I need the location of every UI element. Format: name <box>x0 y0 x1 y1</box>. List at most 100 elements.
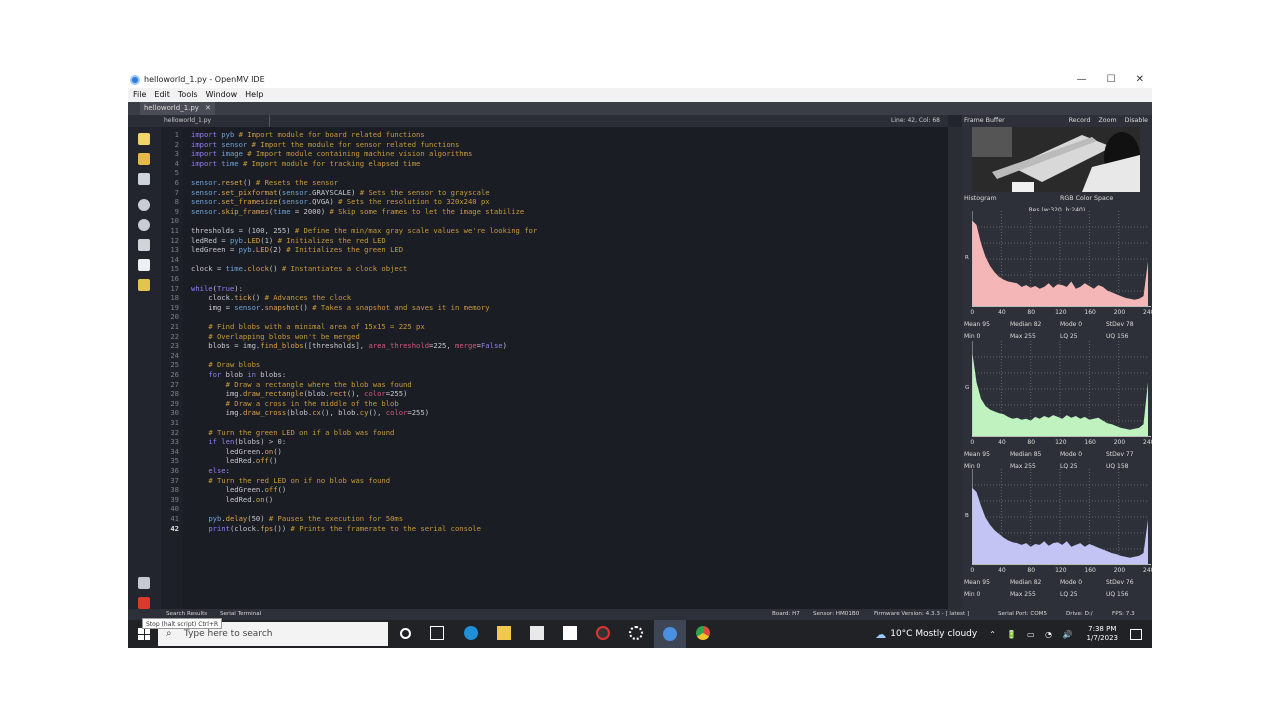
openmv-logo-icon <box>130 75 140 85</box>
code-line: while(True): <box>191 283 243 293</box>
x-tick-label: 240 <box>1143 439 1152 446</box>
x-tick-label: 40 <box>998 439 1006 446</box>
undo-icon[interactable] <box>138 199 150 211</box>
histogram-plot-b <box>972 469 1151 565</box>
code-line: ledGreen.off() <box>191 485 287 495</box>
code-line: img = sensor.snapshot() # Takes a snapsh… <box>191 302 490 312</box>
x-tick-label: 0 <box>970 439 975 446</box>
code-line: thresholds = (100, 255) # Define the min… <box>191 226 538 235</box>
disable-button[interactable]: Disable <box>1125 115 1148 127</box>
editor-scrollbar[interactable] <box>948 127 962 609</box>
close-button[interactable]: ✕ <box>1136 72 1144 88</box>
edge-icon[interactable] <box>464 626 478 640</box>
serial-port-label: Serial Port: COM5 <box>998 611 1048 617</box>
copy-icon[interactable] <box>138 259 150 271</box>
line-number: 24 <box>170 350 179 360</box>
histogram-x-axis: 0 40 80 120 160 200 240 <box>962 309 1152 319</box>
code-line: sensor.skip_frames(time = 2000) # Skip s… <box>191 206 525 216</box>
histogram-header: Histogram RGB Color Space <box>962 193 1152 205</box>
menu-help[interactable]: Help <box>245 88 263 102</box>
line-number: 40 <box>170 504 179 514</box>
menu-file[interactable]: File <box>133 88 146 102</box>
cut-icon[interactable] <box>138 239 150 251</box>
stop-script-icon[interactable] <box>138 597 150 609</box>
ide-window: helloworld_1.py - OpenMV IDE — ☐ ✕ File … <box>128 72 1152 648</box>
line-number: 37 <box>170 475 179 485</box>
line-number: 20 <box>170 312 179 322</box>
task-view-icon[interactable] <box>430 626 444 640</box>
color-space-select[interactable]: RGB Color Space <box>1060 193 1113 205</box>
connect-icon[interactable] <box>138 577 150 589</box>
openmv-taskbar-button[interactable] <box>654 620 686 648</box>
line-number: 42 <box>170 523 179 533</box>
settings-gear-icon[interactable] <box>629 626 643 640</box>
paste-icon[interactable] <box>138 279 150 291</box>
board-label: Board: H7 <box>772 611 800 617</box>
line-number: 33 <box>170 437 179 447</box>
stat-value: UQ 156 <box>1106 333 1129 340</box>
tab-helloworld[interactable]: helloworld_1.py ✕ <box>140 102 215 115</box>
serial-terminal-tab[interactable]: Serial Terminal <box>220 609 261 620</box>
code-line: clock.tick() # Advances the clock <box>191 293 352 303</box>
x-tick-label: 200 <box>1113 567 1126 574</box>
code-line: sensor.reset() # Resets the sensor <box>191 178 339 187</box>
new-file-icon[interactable] <box>138 133 150 145</box>
open-folder-icon[interactable] <box>138 153 150 165</box>
line-number: 41 <box>170 514 179 523</box>
chrome-icon[interactable] <box>696 626 710 640</box>
mail-icon[interactable] <box>563 626 577 640</box>
redo-icon[interactable] <box>138 219 150 231</box>
menu-tools[interactable]: Tools <box>178 88 198 102</box>
tab-close-icon[interactable]: ✕ <box>205 102 211 115</box>
drive-label: Drive: D:/ <box>1066 611 1093 617</box>
code-line: ledGreen.on() <box>191 446 282 456</box>
x-tick-label: 160 <box>1084 309 1096 316</box>
clock[interactable]: 7:38 PM 1/7/2023 <box>1087 625 1118 643</box>
document-selector[interactable]: helloworld_1.py <box>164 115 270 127</box>
stat-value: Min 0 <box>964 333 981 340</box>
code-line: clock = time.clock() # Instantiates a cl… <box>191 264 408 274</box>
line-number: 16 <box>170 274 179 283</box>
line-number: 15 <box>170 264 179 274</box>
code-line: import pyb # Import module for board rel… <box>191 130 425 139</box>
clock-time: 7:38 PM <box>1088 625 1117 633</box>
right-panel: Frame Buffer Record Zoom Disable Histogr… <box>962 115 1152 609</box>
line-number: 9 <box>174 206 179 216</box>
line-number: 32 <box>170 427 179 437</box>
line-number: 7 <box>174 187 179 197</box>
x-tick-label: 0 <box>970 567 975 574</box>
fps-label: FPS: 7.3 <box>1112 611 1135 617</box>
notification-icon[interactable] <box>1130 628 1142 640</box>
zoom-button[interactable]: Zoom <box>1098 115 1116 127</box>
editor-toolbar: helloworld_1.py Line: 42, Col: 68 <box>128 115 948 127</box>
histogram-plot-g <box>972 341 1151 437</box>
system-tray: ☁ 10°C Mostly cloudy ⌃ 🔋 ▭ ◔ 🔊 7:38 PM 1… <box>875 620 1152 648</box>
code-line: import time # Import module for tracking… <box>191 158 421 168</box>
minimize-button[interactable]: — <box>1077 72 1087 88</box>
histogram-plot-r <box>972 211 1151 307</box>
record-button[interactable]: Record <box>1069 115 1091 127</box>
maximize-button[interactable]: ☐ <box>1107 72 1116 88</box>
stat-value: Mean 95 <box>964 451 990 458</box>
code-line: sensor.set_pixformat(sensor.GRAYSCALE) #… <box>191 187 490 197</box>
firmware-label[interactable]: Firmware Version: 4.3.3 - [ latest ] <box>874 609 969 620</box>
tray-icons[interactable]: ⌃ 🔋 ▭ ◔ 🔊 <box>989 630 1076 639</box>
weather-label[interactable]: 10°C Mostly cloudy <box>890 629 977 639</box>
line-number: 26 <box>170 370 179 379</box>
cortana-icon[interactable] <box>400 628 411 639</box>
line-number: 27 <box>170 379 179 389</box>
channel-label: G <box>965 385 970 391</box>
menu-window[interactable]: Window <box>206 88 238 102</box>
save-icon[interactable] <box>138 173 150 185</box>
line-number: 35 <box>170 456 179 466</box>
app-icon[interactable] <box>596 626 610 640</box>
x-tick-label: 0 <box>970 309 975 316</box>
x-tick-label: 240 <box>1143 567 1152 574</box>
menu-edit[interactable]: Edit <box>154 88 170 102</box>
code-line: import image # Import module containing … <box>191 149 473 159</box>
file-explorer-icon[interactable] <box>497 626 511 640</box>
code-editor[interactable]: import pyb # Import module for board rel… <box>183 127 948 609</box>
stat-value: Mode 0 <box>1060 579 1083 586</box>
frame-buffer-image <box>972 127 1140 192</box>
store-icon[interactable] <box>530 626 544 640</box>
